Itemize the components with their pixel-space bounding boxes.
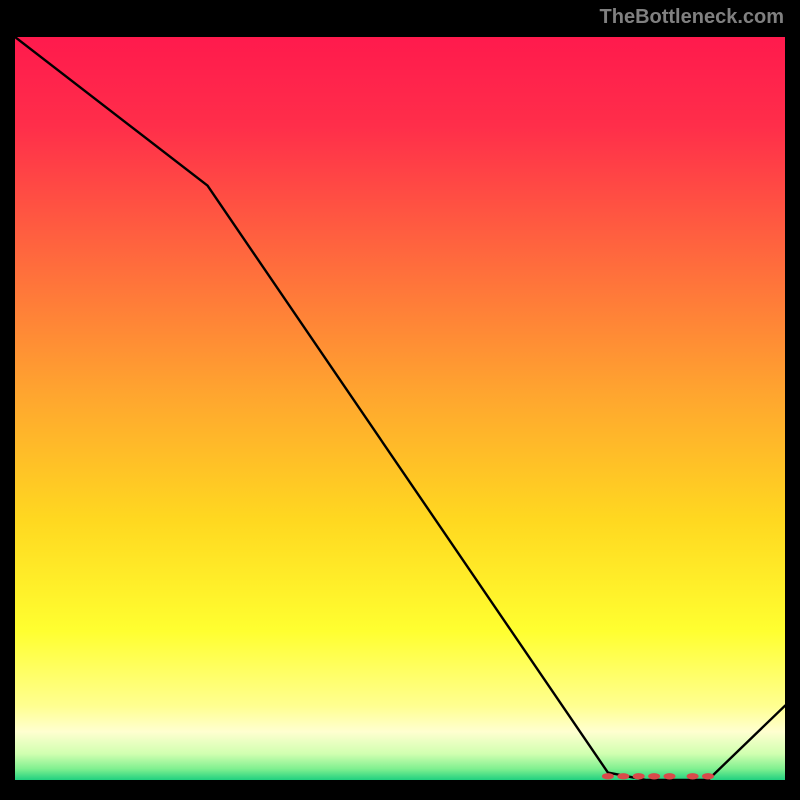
chart-marker-dot — [648, 773, 660, 779]
chart-marker-dot — [664, 773, 676, 779]
chart-marker-dot — [633, 773, 645, 779]
chart-marker-dot — [602, 773, 614, 779]
chart-marker-dot — [687, 773, 699, 779]
chart-curve — [15, 37, 785, 780]
chart-line-layer — [15, 37, 785, 780]
attribution-text: TheBottleneck.com — [600, 6, 784, 29]
plot-area — [15, 37, 785, 780]
chart-marker-dot — [617, 773, 629, 779]
chart-marker-dot — [702, 773, 714, 779]
chart-container: TheBottleneck.com — [0, 0, 800, 800]
